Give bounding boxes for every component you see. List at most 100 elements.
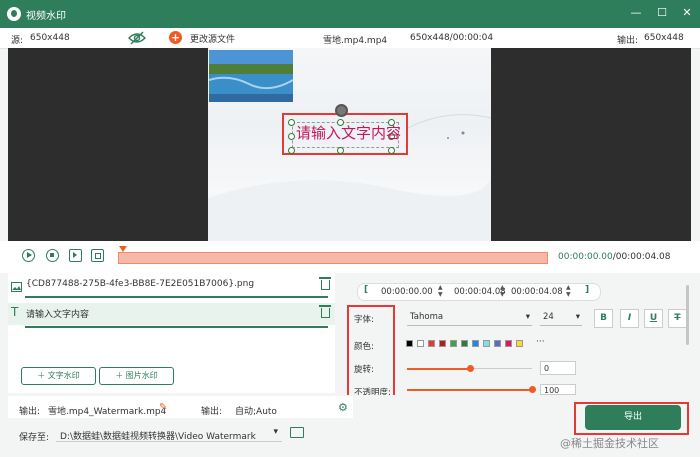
set-start-icon[interactable]: [ xyxy=(364,285,368,295)
end-time-stepper[interactable]: ▲ ▼ xyxy=(566,284,574,298)
title-bar: 视频水印 — ☐ ✕ xyxy=(0,0,700,28)
stop-icon[interactable] xyxy=(46,249,59,262)
color-swatch[interactable] xyxy=(406,340,413,347)
opacity-value: 100 xyxy=(544,386,560,395)
start-time-stepper[interactable]: ▲ ▼ xyxy=(438,284,446,298)
add-image-label: 图片水印 xyxy=(125,371,158,380)
add-text-label: 文字水印 xyxy=(47,371,80,380)
rotation-slider-track[interactable] xyxy=(470,368,532,369)
save-path-select[interactable]: D:\数据蛙\数据蛙视频转换器\Video Watermark ▾ xyxy=(56,425,282,442)
italic-button[interactable]: I xyxy=(620,309,639,328)
add-text-watermark-button[interactable]: ＋ 文字水印 xyxy=(21,367,96,385)
watermark-item-label: {CD877488-275B-4fe3-BB8E-7E2E051B7006}.p… xyxy=(26,279,255,289)
chevron-down-icon: ▾ xyxy=(525,312,530,322)
watermark-text: 请输入文字内容 xyxy=(296,124,402,142)
color-swatch[interactable] xyxy=(516,340,523,347)
close-icon[interactable]: ✕ xyxy=(679,5,695,21)
timeline-track[interactable] xyxy=(118,252,548,264)
resize-handle[interactable] xyxy=(288,147,295,154)
image-watermark[interactable] xyxy=(208,50,294,102)
resolution-duration: 650x448/00:00:04 xyxy=(410,33,494,43)
add-image-watermark-button[interactable]: ＋ 图片水印 xyxy=(99,367,174,385)
resize-handle[interactable] xyxy=(288,133,295,140)
color-label: 颜色: xyxy=(354,342,374,352)
opacity-slider-knob[interactable] xyxy=(529,386,536,393)
underline-button[interactable]: U xyxy=(644,309,663,328)
rotate-handle-icon[interactable] xyxy=(335,104,348,117)
plus-icon: ＋ xyxy=(37,371,48,380)
rotation-input[interactable]: 0 xyxy=(540,361,576,375)
output-format-value[interactable]: 自动;Auto xyxy=(235,404,277,417)
file-name: 雪地.mp4.mp4 xyxy=(323,36,388,46)
maximize-icon[interactable]: ☐ xyxy=(654,5,670,21)
font-size-select[interactable]: 24 ▾ xyxy=(540,309,582,326)
gear-icon[interactable]: ⚙ xyxy=(338,401,348,414)
rotation-slider-fill[interactable] xyxy=(407,368,470,370)
resize-handle[interactable] xyxy=(388,147,395,154)
end-time-field[interactable]: 00:00:04.08 xyxy=(511,287,563,303)
site-watermark: @稀土掘金技术社区 xyxy=(560,437,659,450)
timecode-rest: /00:00:04.08 xyxy=(612,252,671,262)
plus-icon: ＋ xyxy=(115,371,126,380)
color-swatch[interactable] xyxy=(472,340,479,347)
trash-icon[interactable] xyxy=(319,305,331,318)
window-title: 视频水印 xyxy=(26,11,66,22)
color-swatch[interactable] xyxy=(439,340,446,347)
divider xyxy=(25,296,328,298)
color-swatch[interactable] xyxy=(450,340,457,347)
color-swatch[interactable] xyxy=(417,340,424,347)
save-path-value: D:\数据蛙\数据蛙视频转换器\Video Watermark xyxy=(60,432,256,442)
snapshot-icon[interactable] xyxy=(91,249,104,262)
folder-icon[interactable] xyxy=(290,427,304,438)
rotation-value: 0 xyxy=(544,364,550,373)
output-resolution: 650x448 xyxy=(644,33,684,43)
bold-button[interactable]: B xyxy=(594,309,613,328)
resize-handle[interactable] xyxy=(288,119,295,126)
text-icon: T xyxy=(11,305,19,319)
change-source-icon[interactable]: + xyxy=(169,31,182,44)
output-format-label: 输出: xyxy=(201,407,223,417)
divider xyxy=(25,326,328,328)
output-file-name: 雪地.mp4_Watermark.mp4 xyxy=(48,407,167,417)
duration-stepper[interactable]: ▲ ▼ xyxy=(500,284,508,298)
opacity-slider-fill[interactable] xyxy=(407,389,532,391)
duration-field[interactable]: 00:00:04.08 xyxy=(454,287,506,303)
set-end-icon[interactable]: ] xyxy=(585,285,589,295)
strikethrough-button[interactable]: T xyxy=(668,309,687,328)
app-logo-icon xyxy=(7,7,21,21)
eye-hidden-icon[interactable] xyxy=(128,31,146,48)
rotation-label: 旋转: xyxy=(354,365,374,375)
list-item[interactable]: T 请输入文字内容 xyxy=(8,303,335,325)
play-icon[interactable] xyxy=(22,249,35,262)
opacity-input[interactable]: 100 xyxy=(540,384,576,395)
edit-icon[interactable]: ✎ xyxy=(159,402,167,413)
color-swatch[interactable] xyxy=(483,340,490,347)
resize-handle[interactable] xyxy=(337,147,344,154)
color-swatch[interactable] xyxy=(461,340,468,347)
font-select[interactable]: Tahoma ▾ xyxy=(407,309,532,326)
image-icon xyxy=(11,282,22,295)
source-label: 源: xyxy=(11,36,24,46)
scrollbar[interactable] xyxy=(686,285,689,345)
current-time: 00:00:00.00 xyxy=(558,252,613,262)
font-value: Tahoma xyxy=(410,312,444,322)
timecode: 00:00:00.00/00:00:04.08 xyxy=(558,252,671,262)
trash-icon[interactable] xyxy=(319,277,331,290)
minimize-icon[interactable]: — xyxy=(628,5,644,21)
more-colors-button[interactable]: ··· xyxy=(536,337,545,347)
font-label: 字体: xyxy=(354,315,374,325)
watermark-item-label: 请输入文字内容 xyxy=(26,310,90,320)
start-time-field[interactable]: 00:00:00.00 xyxy=(381,287,433,303)
output-file-label: 输出: xyxy=(19,407,41,417)
export-button[interactable]: 导出 xyxy=(585,405,681,430)
font-size-value: 24 xyxy=(543,312,554,322)
change-source-button[interactable]: 更改源文件 xyxy=(190,32,235,45)
source-resolution: 650x448 xyxy=(30,33,70,43)
color-swatch[interactable] xyxy=(428,340,435,347)
rotation-slider-knob[interactable] xyxy=(467,365,474,372)
chevron-down-icon: ▾ xyxy=(273,427,278,437)
list-item[interactable]: {CD877488-275B-4fe3-BB8E-7E2E051B7006}.p… xyxy=(8,276,335,298)
color-swatch[interactable] xyxy=(505,340,512,347)
color-swatch[interactable] xyxy=(494,340,501,347)
frame-step-icon[interactable] xyxy=(69,249,82,262)
